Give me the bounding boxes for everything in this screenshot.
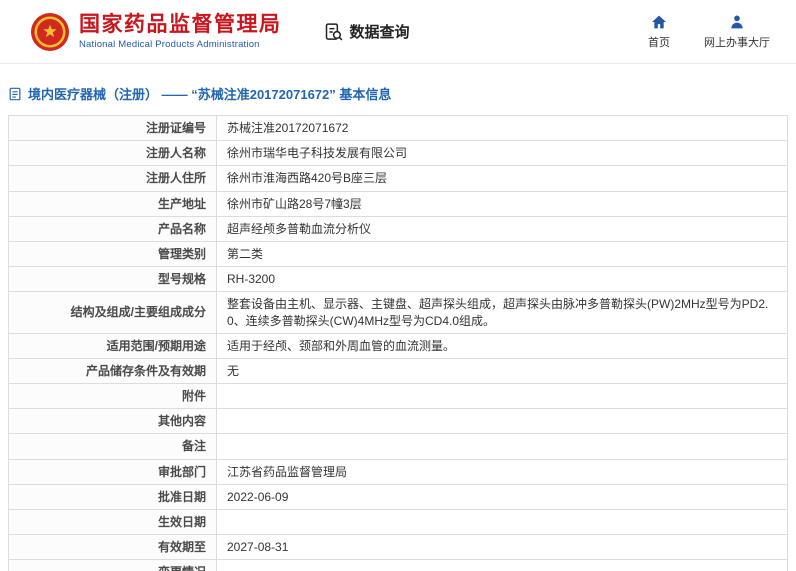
row-label: 注册证编号	[8, 114, 217, 142]
row-value: 第二类	[216, 240, 788, 268]
table-row: 批准日期 2022-06-09	[8, 483, 788, 511]
row-value: 苏械注准20172071672	[216, 114, 788, 142]
user-icon	[731, 15, 743, 28]
row-value: 2022-06-09	[216, 483, 788, 511]
site-header: 国家药品监督管理局 National Medical Products Admi…	[0, 0, 796, 64]
data-query-label: 数据查询	[349, 24, 410, 41]
table-row: 其他内容	[8, 408, 788, 435]
row-label: 其他内容	[8, 408, 217, 435]
row-value: 徐州市矿山路28号7幢3层	[216, 190, 788, 217]
row-value: 江苏省药品监督管理局	[216, 458, 788, 485]
table-row: 生产地址 徐州市矿山路28号7幢3层	[8, 190, 788, 217]
row-value	[216, 408, 788, 435]
row-value	[216, 508, 788, 536]
breadcrumb-text: 境内医疗器械（注册） —— “苏械注准20172071672” 基本信息	[28, 87, 392, 102]
table-row: 产品储存条件及有效期无	[8, 357, 788, 385]
home-icon	[652, 15, 666, 28]
header-right-nav: 首页 网上办事大厅	[648, 14, 770, 50]
row-label: 有效期至	[8, 534, 217, 561]
nav-home-label: 首页	[648, 36, 670, 49]
nav-home[interactable]: 首页	[648, 14, 670, 50]
registration-info-table: 注册证编号 苏械注准20172071672 注册人名称 徐州市瑞华电子科技发展有限公司…	[8, 114, 788, 571]
table-row: 注册证编号 苏械注准20172071672	[8, 114, 788, 142]
row-value: 徐州市瑞华电子科技发展有限公司	[216, 140, 788, 167]
row-value: 2027-08-31	[216, 534, 788, 561]
data-query-icon	[325, 22, 342, 40]
row-value: 徐州市淮海西路420号B座三层	[216, 165, 788, 192]
table-row: 备注	[8, 433, 788, 460]
table-row: 产品名称 超声经颅多普勒血流分析仪	[8, 215, 788, 242]
table-row: 变更情况	[8, 559, 788, 571]
national-emblem-icon	[31, 12, 69, 51]
row-label: 生产地址	[8, 190, 217, 217]
row-value: 整套设备由主机、显示器、主键盘、超声探头组成，超声探头由脉冲多普勒探头(PW)2…	[216, 291, 788, 334]
row-label: 批准日期	[8, 483, 217, 511]
row-label: 注册人名称	[8, 140, 217, 167]
nav-service-hall[interactable]: 网上办事大厅	[704, 14, 770, 50]
table-row: 型号规格 RH-3200	[8, 266, 788, 293]
row-label: 型号规格	[8, 266, 217, 293]
row-label: 审批部门	[8, 458, 217, 485]
row-label: 备注	[8, 433, 217, 460]
row-label: 结构及组成/主要组成成分	[8, 291, 217, 334]
row-label: 生效日期	[8, 508, 217, 536]
row-value	[216, 559, 788, 571]
row-label: 附件	[8, 383, 217, 410]
row-value	[216, 383, 788, 410]
table-row: 适用范围/预期用途 适用于经颅、颈部和外周血管的血流测量。	[8, 332, 788, 359]
table-row: 注册人名称 徐州市瑞华电子科技发展有限公司	[8, 140, 788, 167]
registration-info-table-wrap: 注册证编号 苏械注准20172071672 注册人名称 徐州市瑞华电子科技发展有限公司…	[8, 114, 788, 571]
row-label: 适用范围/预期用途	[8, 332, 217, 359]
table-row: 管理类别 第二类	[8, 240, 788, 268]
table-row: 审批部门 江苏省药品监督管理局	[8, 458, 788, 485]
row-value: 超声经颅多普勒血流分析仪	[216, 215, 788, 242]
row-label: 注册人住所	[8, 165, 217, 192]
nav-service-hall-label: 网上办事大厅	[704, 36, 770, 49]
row-label: 管理类别	[8, 240, 217, 268]
table-row: 结构及组成/主要组成成分 整套设备由主机、显示器、主键盘、超声探头组成，超声探头由…	[8, 291, 788, 334]
org-name-en: National Medical Products Administration	[79, 39, 260, 51]
table-row: 有效期至 2027-08-31	[8, 534, 788, 561]
org-name-cn: 国家药品监督管理局	[79, 12, 282, 36]
brand-text: 国家药品监督管理局 National Medical Products Admi…	[79, 13, 282, 50]
row-value: 适用于经颅、颈部和外周血管的血流测量。	[216, 332, 788, 359]
row-value: RH-3200	[216, 266, 788, 293]
row-label: 产品名称	[8, 215, 217, 242]
breadcrumb: 境内医疗器械（注册） —— “苏械注准20172071672” 基本信息	[0, 64, 796, 115]
brand-logo[interactable]: 国家药品监督管理局 National Medical Products Admi…	[30, 12, 282, 52]
table-row: 注册人住所 徐州市淮海西路420号B座三层	[8, 165, 788, 192]
row-value	[216, 433, 788, 460]
table-row: 生效日期	[8, 508, 788, 536]
row-value: 无	[216, 357, 788, 385]
row-label: 产品储存条件及有效期	[8, 357, 217, 385]
nav-data-query[interactable]: 数据查询	[324, 21, 410, 42]
row-label: 变更情况	[8, 559, 217, 571]
table-row: 附件	[8, 383, 788, 410]
document-icon	[9, 87, 21, 100]
